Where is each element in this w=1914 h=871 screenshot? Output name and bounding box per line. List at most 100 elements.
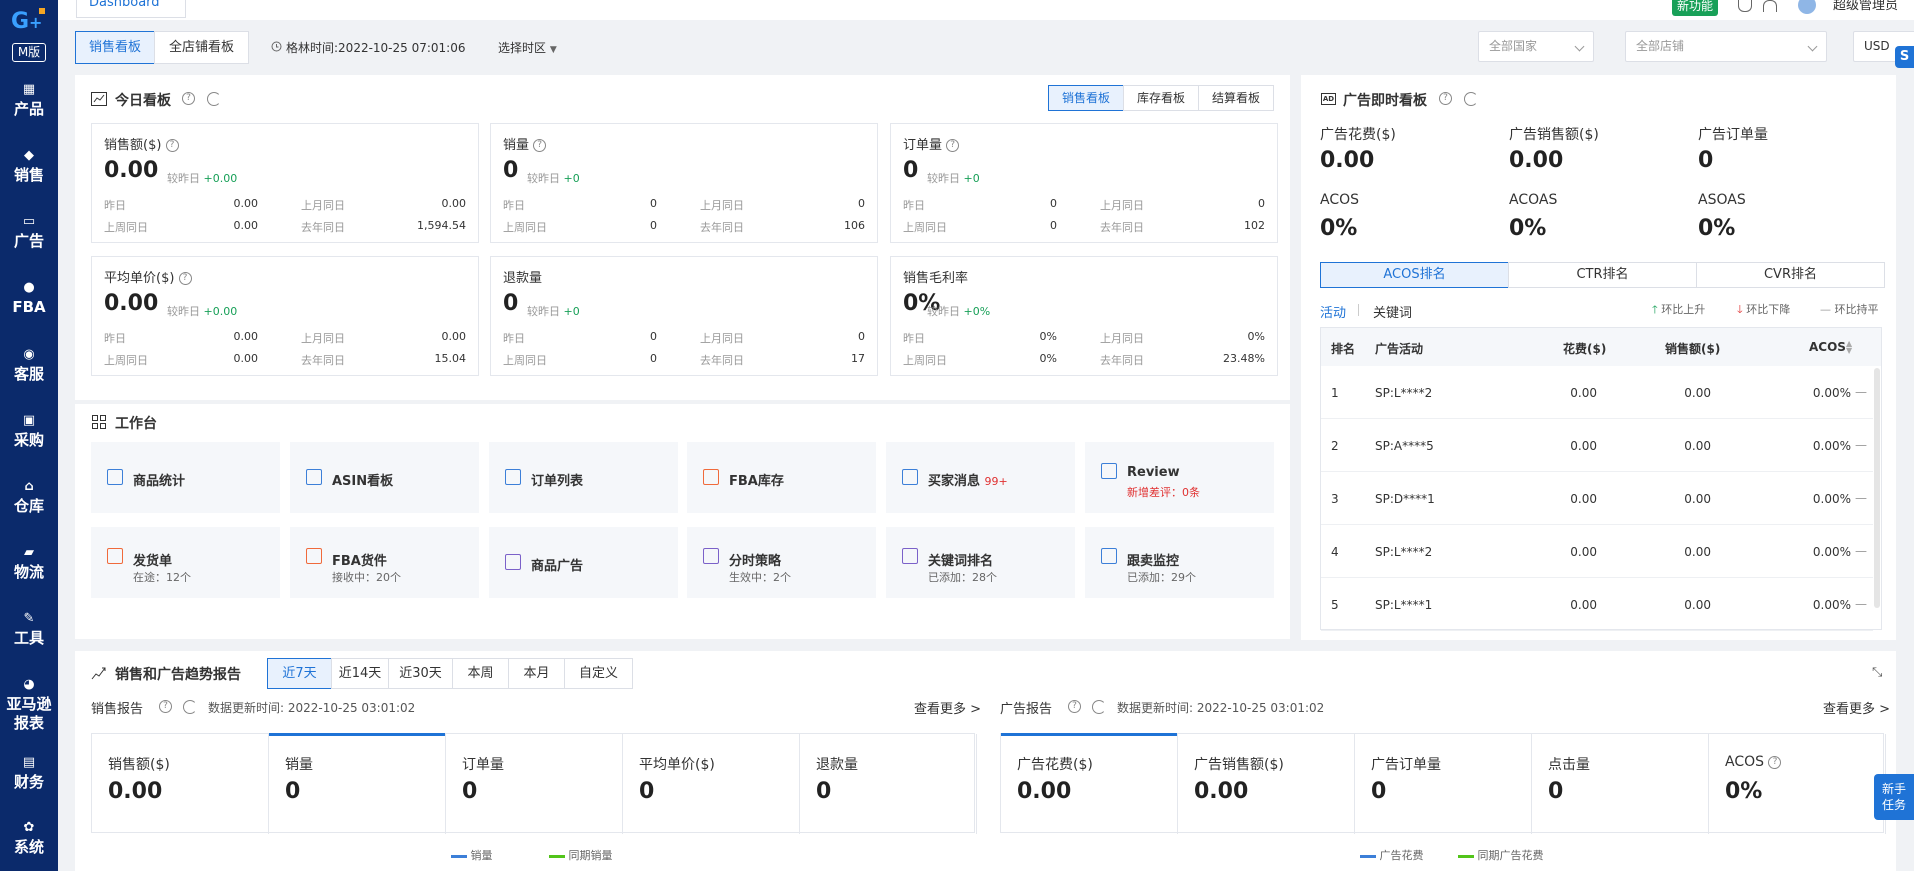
- sidebar-item-7[interactable]: ▰ 物流: [0, 545, 58, 582]
- user-name[interactable]: 超级管理员: [1833, 0, 1898, 13]
- help-icon[interactable]: ?: [178, 272, 192, 285]
- summary-cell[interactable]: 退款量 0: [800, 734, 977, 834]
- timezone-select[interactable]: 选择时区 ▼: [498, 39, 557, 56]
- newbie-task-button[interactable]: 新手 任务: [1874, 774, 1914, 820]
- summary-cell[interactable]: 广告销售额($) 0.00: [1178, 734, 1355, 834]
- workbench-tile[interactable]: 订单列表: [489, 442, 678, 513]
- subtab-campaign[interactable]: 活动: [1320, 302, 1346, 321]
- collapse-icon[interactable]: ⤡: [1872, 665, 1882, 680]
- table-row[interactable]: 3 SP:D****1 0.00 0.00 0.00% —: [1321, 472, 1873, 525]
- table-row[interactable]: 5 SP:L****1 0.00 0.00 0.00% —: [1321, 578, 1873, 631]
- version-badge[interactable]: M版: [12, 43, 46, 62]
- bell-icon[interactable]: [1763, 0, 1777, 12]
- summary-cell[interactable]: 销量 0: [269, 733, 446, 834]
- range-tab[interactable]: 近7天: [267, 658, 332, 689]
- tab-today-settlement[interactable]: 结算看板: [1198, 85, 1274, 111]
- help-icon[interactable]: ?: [1439, 92, 1452, 105]
- metric-delta: +0%: [963, 305, 991, 318]
- refresh-icon[interactable]: [1464, 92, 1478, 106]
- table-row[interactable]: 2 SP:A****5 0.00 0.00 0.00% —: [1321, 419, 1873, 472]
- range-tab[interactable]: 本周: [452, 658, 509, 689]
- tab-today-sales[interactable]: 销售看板: [1048, 85, 1124, 111]
- new-feature-badge[interactable]: 新功能: [1672, 0, 1718, 16]
- workbench-tile[interactable]: FBA货件 接收中：20个: [290, 527, 479, 598]
- workbench-tile[interactable]: ASIN看板: [290, 442, 479, 513]
- tab-ctr-rank[interactable]: CTR排名: [1508, 262, 1697, 288]
- sidebar-item-2[interactable]: ▭ 广告: [0, 214, 58, 251]
- refresh-icon[interactable]: [1092, 700, 1106, 714]
- scrollbar[interactable]: [1874, 368, 1880, 608]
- tab-today-inventory[interactable]: 库存看板: [1123, 85, 1199, 111]
- row-campaign-link[interactable]: SP:L****2: [1375, 386, 1432, 400]
- sidebar-item-5[interactable]: ▣ 采购: [0, 413, 58, 450]
- side-assistant-icon[interactable]: S: [1895, 46, 1914, 68]
- line-chart-icon: [91, 92, 107, 106]
- tab-dashboard[interactable]: Dashboard: [76, 0, 186, 18]
- summary-cell[interactable]: 销售额($) 0.00: [92, 734, 269, 834]
- logo-icon[interactable]: G +: [9, 6, 49, 36]
- headset-icon[interactable]: [1738, 0, 1752, 12]
- help-icon[interactable]: ?: [182, 92, 195, 105]
- workbench-tile[interactable]: 跟卖监控 已添加：29个: [1085, 527, 1274, 598]
- country-select[interactable]: 全部国家: [1478, 31, 1594, 62]
- ads-view-more-link[interactable]: 查看更多 >: [1823, 698, 1890, 717]
- legend-item[interactable]: 广告花费: [1360, 847, 1424, 863]
- summary-cell[interactable]: 广告订单量 0: [1355, 734, 1532, 834]
- range-tab[interactable]: 近30天: [388, 658, 453, 689]
- tile-title-text: 分时策略: [729, 554, 782, 569]
- row-campaign-link[interactable]: SP:A****5: [1375, 439, 1434, 453]
- workbench-tile[interactable]: 商品统计: [91, 442, 280, 513]
- sidebar-item-8[interactable]: ✎ 工具: [0, 611, 58, 648]
- summary-cell[interactable]: 订单量 0: [446, 734, 623, 834]
- subtab-keyword[interactable]: 关键词: [1373, 302, 1412, 321]
- summary-cell[interactable]: 点击量 0: [1532, 734, 1709, 834]
- table-row[interactable]: 4 SP:L****2 0.00 0.00 0.00% —: [1321, 525, 1873, 578]
- help-icon[interactable]: ?: [1068, 700, 1081, 713]
- sidebar-item-10[interactable]: ▤ 财务: [0, 755, 58, 792]
- summary-cell[interactable]: ACOS ? 0%: [1709, 734, 1886, 834]
- workbench-tile[interactable]: 买家消息 99+: [886, 442, 1075, 513]
- tab-all-shops-board[interactable]: 全店铺看板: [154, 31, 249, 64]
- sales-view-more-link[interactable]: 查看更多 >: [914, 698, 981, 717]
- help-icon[interactable]: ?: [946, 139, 960, 152]
- help-icon[interactable]: ?: [165, 139, 179, 152]
- help-icon[interactable]: ?: [1768, 755, 1782, 769]
- table-row[interactable]: 1 SP:L****2 0.00 0.00 0.00% —: [1321, 366, 1873, 419]
- row-campaign-link[interactable]: SP:L****2: [1375, 545, 1432, 559]
- avatar[interactable]: [1798, 0, 1816, 14]
- col-acos[interactable]: ACOS: [1809, 340, 1846, 354]
- shop-select[interactable]: 全部店铺: [1625, 31, 1827, 62]
- tab-cvr-rank[interactable]: CVR排名: [1696, 262, 1885, 288]
- range-tab[interactable]: 近14天: [331, 658, 389, 689]
- workbench-tile[interactable]: 关键词排名 已添加：28个: [886, 527, 1075, 598]
- refresh-icon[interactable]: [183, 700, 197, 714]
- workbench-tile[interactable]: 分时策略 生效中：2个: [687, 527, 876, 598]
- sidebar-item-6[interactable]: ⌂ 仓库: [0, 479, 58, 516]
- summary-label-text: 广告订单量: [1371, 757, 1441, 773]
- workbench-tile[interactable]: 商品广告: [489, 527, 678, 598]
- sidebar-item-1[interactable]: ◆ 销售: [0, 148, 58, 185]
- range-tab[interactable]: 自定义: [564, 658, 633, 689]
- refresh-icon[interactable]: [207, 92, 221, 106]
- legend-item[interactable]: 销量: [451, 847, 493, 863]
- workbench-tile[interactable]: Review 新增差评：0条: [1085, 442, 1274, 513]
- help-icon[interactable]: ?: [159, 700, 172, 713]
- range-tab[interactable]: 本月: [508, 658, 565, 689]
- workbench-tile[interactable]: FBA库存: [687, 442, 876, 513]
- sidebar-item-4[interactable]: ◉ 客服: [0, 347, 58, 384]
- row-campaign-link[interactable]: SP:L****1: [1375, 598, 1432, 612]
- tab-sales-board[interactable]: 销售看板: [75, 31, 155, 64]
- row-campaign-link[interactable]: SP:D****1: [1375, 492, 1435, 506]
- sidebar-item-11[interactable]: ✿ 系统: [0, 820, 58, 857]
- workbench-tile[interactable]: 发货单 在途：12个: [91, 527, 280, 598]
- help-icon[interactable]: ?: [533, 139, 547, 152]
- sidebar-item-3[interactable]: ● FBA: [0, 280, 58, 317]
- legend-item[interactable]: 同期广告花费: [1458, 847, 1544, 863]
- sort-icon[interactable]: ▲ ▼: [1846, 340, 1852, 355]
- tab-acos-rank[interactable]: ACOS排名: [1320, 262, 1509, 288]
- sidebar-item-0[interactable]: ▦ 产品: [0, 82, 58, 119]
- summary-cell[interactable]: 广告花费($) 0.00: [1001, 733, 1178, 834]
- summary-cell[interactable]: 平均单价($) 0: [623, 734, 800, 834]
- sidebar-item-9[interactable]: ◕ 亚马逊 报表: [0, 677, 58, 733]
- legend-item[interactable]: 同期销量: [549, 847, 613, 863]
